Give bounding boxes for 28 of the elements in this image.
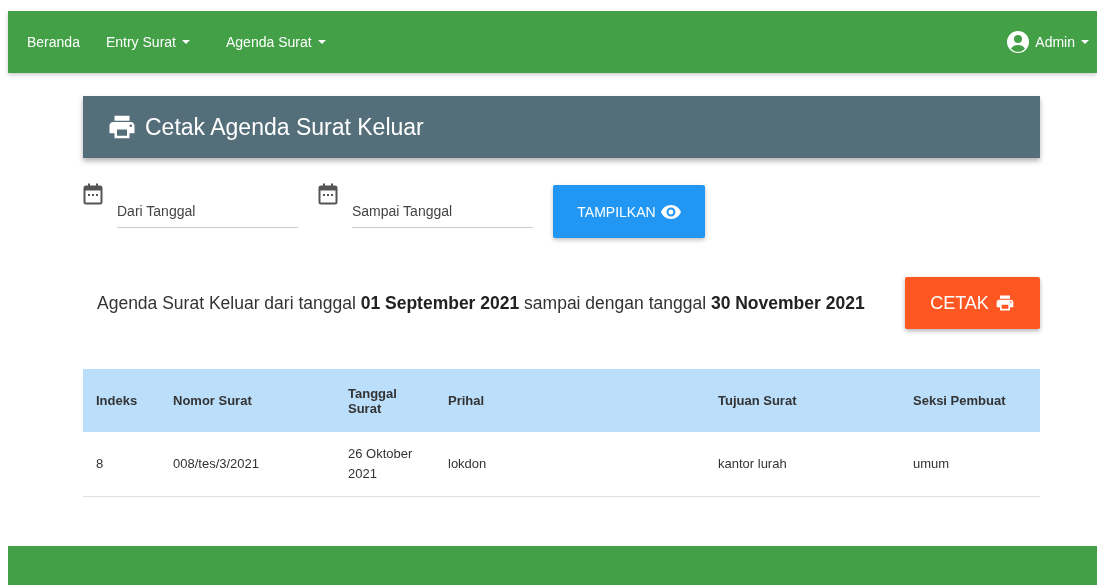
summary-text: Agenda Surat Keluar dari tanggal 01 September 2021 sampai dengan tanggal 30 November 2021 <box>97 292 865 314</box>
page-title: Cetak Agenda Surat Keluar <box>145 113 424 141</box>
printer-icon <box>994 293 1015 313</box>
nav-link[interactable]: Agenda Surat <box>225 34 326 50</box>
caret-icon <box>1081 40 1089 44</box>
calendar-icon <box>318 183 338 205</box>
column-header: Nomor Surat <box>160 369 335 432</box>
column-header: Indeks <box>83 369 160 432</box>
print-button[interactable]: CETAK <box>905 277 1040 329</box>
column-header: Prihal <box>435 369 705 432</box>
user-menu[interactable]: Admin <box>1007 31 1089 53</box>
calendar-icon <box>83 183 103 205</box>
show-button[interactable]: TAMPILKAN <box>553 185 705 238</box>
caret-icon <box>181 40 190 44</box>
user-icon <box>1007 31 1030 53</box>
table-cell: 26 Oktober 2021 <box>335 432 435 497</box>
table-cell: 8 <box>83 432 160 497</box>
column-header: Tanggal Surat <box>335 369 435 432</box>
nav-link[interactable]: Beranda <box>27 34 80 50</box>
table-cell: kantor lurah <box>705 432 900 497</box>
column-header: Seksi Pembuat <box>900 369 1040 432</box>
nav-link[interactable]: Entry Surat <box>105 34 190 50</box>
table-cell: 008/tes/3/2021 <box>160 432 335 497</box>
column-header: Tujuan Surat <box>705 369 900 432</box>
eye-icon <box>660 204 681 219</box>
table-cell: umum <box>900 432 1040 497</box>
caret-icon <box>317 40 326 44</box>
table-cell: lokdon <box>435 432 705 497</box>
